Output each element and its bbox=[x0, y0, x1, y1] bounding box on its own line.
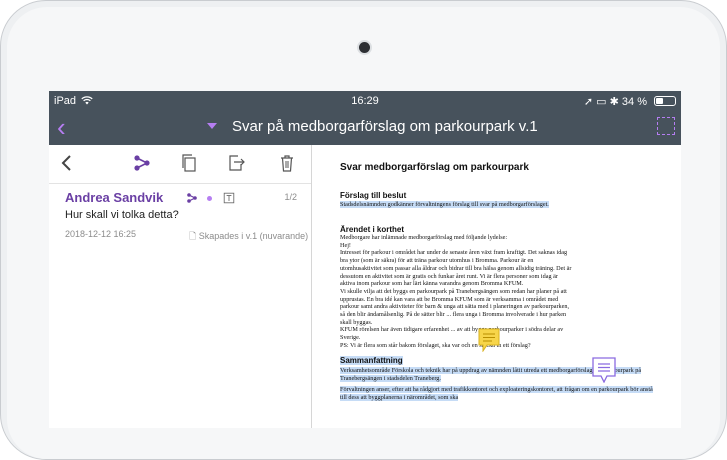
ipad-screen: iPad 16:29 ➚ ▭ ✱ 34 % ‹ Svar på medborga… bbox=[49, 91, 681, 428]
screen-mirror-icon: ▭ bbox=[596, 96, 607, 108]
text-note-icon[interactable] bbox=[223, 192, 235, 204]
highlighted-text[interactable]: Stadsdelsnämnden godkänner förvaltningen… bbox=[340, 201, 549, 208]
title-bar: ‹ Svar på medborgarförslag om parkourpar… bbox=[49, 111, 681, 145]
body-line: KFUM rörelsen har även tidigare erfarenh… bbox=[340, 326, 564, 334]
comment-toolbar bbox=[49, 145, 311, 184]
body-line: Medborgare har inlämnade medborgarförsla… bbox=[340, 234, 508, 241]
fullscreen-icon[interactable] bbox=[657, 117, 675, 135]
comment-note-icon[interactable] bbox=[592, 357, 616, 383]
back-chevron-icon[interactable]: ‹ bbox=[57, 113, 66, 141]
battery-icon bbox=[654, 96, 676, 106]
version-status: 🗋 Skapades i v.1 (nuvarande) bbox=[189, 229, 308, 245]
copy-icon[interactable] bbox=[179, 153, 199, 173]
document-title[interactable]: Svar på medborgarförslag om parkourpark … bbox=[232, 118, 538, 135]
location-icon: ➚ bbox=[583, 96, 594, 108]
battery-percent: 34 % bbox=[621, 96, 647, 108]
section-heading: Förslag till beslut bbox=[340, 191, 407, 200]
share-icon[interactable] bbox=[186, 192, 198, 204]
body-line: parkour samt andra aktiviteter för barn … bbox=[340, 303, 570, 311]
front-camera bbox=[359, 42, 370, 53]
bluetooth-icon: ✱ bbox=[609, 96, 619, 108]
share-icon[interactable] bbox=[132, 153, 152, 173]
body-line: skall byggas. bbox=[340, 318, 373, 326]
body-line: PS: Vi är flera som står bakom förslaget… bbox=[340, 341, 531, 349]
version-icon: 🗋 bbox=[189, 231, 197, 241]
highlighted-heading[interactable]: Sammanfattning bbox=[340, 356, 403, 365]
comment-counter: 1/2 bbox=[284, 192, 297, 202]
body-line: så den blir ändamålsenlig. På de sätter … bbox=[340, 311, 567, 319]
body-line: upprustas. En bra idé kan vara att be Br… bbox=[340, 295, 559, 303]
section-heading: Sammanfattning bbox=[340, 355, 405, 366]
title-dropdown-icon[interactable] bbox=[207, 123, 217, 129]
export-icon[interactable] bbox=[226, 153, 246, 173]
body-line: Vi skulle vilja att det byggs en parkour… bbox=[340, 287, 567, 295]
sticky-note-icon[interactable] bbox=[478, 328, 500, 352]
body-text: Medborgare har inlämnade medborgarförsla… bbox=[340, 234, 660, 350]
document-viewer[interactable]: Svar medborgarförslag om parkourpark För… bbox=[312, 145, 681, 428]
document-heading: Svar medborgarförslag om parkourpark bbox=[340, 162, 529, 173]
comment-subject: Hur skall vi tolka detta? bbox=[65, 209, 179, 221]
body-line: Intresset för parkour i området har unde… bbox=[340, 249, 568, 257]
body-line: utomhusaktivitet som passar alla åldrar … bbox=[340, 264, 572, 272]
version-status-text: Skapades i v.1 (nuvarande) bbox=[198, 231, 309, 241]
body-line: aktiva inom parkour som har lärt känna v… bbox=[340, 280, 524, 288]
back-chevron-icon[interactable] bbox=[57, 153, 77, 173]
comment-author: Andrea Sandvik bbox=[65, 190, 164, 205]
body-line: bra ytor (som är säkra) för att träna pa… bbox=[340, 257, 534, 265]
body-line: dessutom en aktivitet som är gratis och … bbox=[340, 272, 558, 280]
comment-item[interactable]: Andrea Sandvik 1/2 Hur skall vi tolka de… bbox=[49, 184, 311, 254]
trash-icon[interactable] bbox=[277, 153, 297, 173]
section-heading: Ärendet i korthet bbox=[340, 225, 405, 234]
unread-dot-icon bbox=[207, 196, 212, 201]
status-icons: ➚ ▭ ✱ 34 % bbox=[584, 95, 647, 108]
status-bar: iPad 16:29 ➚ ▭ ✱ 34 % bbox=[49, 91, 681, 111]
body-line: Hej! bbox=[340, 241, 351, 249]
highlighted-text[interactable]: Förvaltningen anser, efter att ha rådgjo… bbox=[340, 386, 653, 401]
comment-date: 2018-12-12 16:25 bbox=[65, 229, 137, 239]
body-line: Sverige. bbox=[340, 334, 361, 342]
